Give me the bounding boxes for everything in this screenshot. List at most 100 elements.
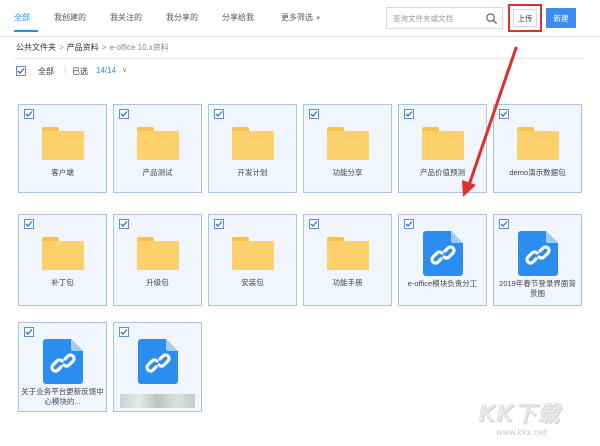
link-file-icon — [43, 339, 83, 384]
item-name: 产品价值预测 — [420, 168, 465, 177]
folder-card[interactable]: demo演示数据包 — [493, 104, 582, 193]
folder-card[interactable]: 补丁包 — [18, 214, 107, 306]
file-card[interactable]: 2019年春节登录界面背景图 — [493, 214, 582, 306]
watermark-text: KK下载 — [478, 402, 561, 427]
item-name: 2019年春节登录界面背景图 — [499, 279, 576, 298]
select-all-checkbox[interactable] — [16, 66, 26, 76]
breadcrumb-separator: > — [101, 43, 107, 52]
check-icon — [500, 221, 508, 227]
chevron-down-icon[interactable]: ∨ — [122, 66, 127, 74]
upload-button[interactable]: 上传 — [513, 9, 537, 27]
folder-card[interactable]: 功能手册 — [303, 214, 392, 306]
breadcrumb-current: e-office 10.x资料 — [109, 43, 169, 52]
check-icon — [310, 221, 318, 227]
folder-icon — [137, 127, 179, 160]
check-icon — [17, 68, 25, 74]
check-icon — [25, 329, 33, 335]
item-name: 客户端 — [51, 168, 74, 177]
upload-highlight-box: 上传 — [508, 4, 542, 32]
item-name: 安装包 — [241, 278, 264, 287]
item-name: e-office模块负责分工 — [407, 279, 478, 288]
select-all-label: 全部 — [38, 67, 54, 76]
item-name: 开发计划 — [237, 168, 268, 177]
item-checkbox[interactable] — [214, 109, 224, 119]
folder-card[interactable]: 升级包 — [113, 214, 202, 306]
new-button[interactable]: 新建 — [546, 8, 576, 28]
folder-card[interactable]: 产品价值预测 — [398, 104, 487, 193]
file-card[interactable]: e-office模块负责分工 — [398, 214, 487, 306]
folder-card[interactable]: 客户端 — [18, 104, 107, 193]
item-name: 关于业务平台更新反馈中心模块的... — [21, 387, 104, 406]
folder-icon — [232, 127, 274, 160]
item-checkbox[interactable] — [24, 109, 34, 119]
check-icon — [215, 221, 223, 227]
item-name: 升级包 — [146, 278, 169, 287]
item-checkbox[interactable] — [309, 219, 319, 229]
check-icon — [310, 111, 318, 117]
selected-label: 已选 — [72, 67, 88, 76]
item-checkbox[interactable] — [404, 219, 414, 229]
folder-icon — [137, 237, 179, 270]
file-card[interactable] — [113, 322, 202, 412]
search-icon[interactable] — [485, 12, 498, 25]
item-checkbox[interactable] — [404, 109, 414, 119]
folder-card[interactable]: 产品测试 — [113, 104, 202, 193]
check-icon — [405, 221, 413, 227]
item-name: demo演示数据包 — [509, 168, 566, 177]
check-icon — [120, 111, 128, 117]
item-checkbox[interactable] — [499, 109, 509, 119]
active-tab-indicator — [14, 30, 38, 32]
divider: | — [64, 65, 67, 74]
item-checkbox[interactable] — [119, 219, 129, 229]
check-icon — [25, 111, 33, 117]
folder-card[interactable]: 安装包 — [208, 214, 297, 306]
watermark-logo: KK下载 www.kkx.net — [470, 396, 600, 446]
item-checkbox[interactable] — [119, 327, 129, 337]
link-file-icon — [423, 231, 463, 276]
check-icon — [120, 221, 128, 227]
file-card[interactable]: 关于业务平台更新反馈中心模块的... — [18, 322, 107, 412]
folder-card[interactable]: 开发计划 — [208, 104, 297, 193]
check-icon — [215, 111, 223, 117]
check-icon — [405, 111, 413, 117]
folder-icon — [327, 237, 369, 270]
tab-followed[interactable]: 我关注的 — [110, 12, 142, 23]
watermark-url: www.kkx.net — [496, 428, 548, 437]
breadcrumb-separator: > — [59, 43, 64, 52]
folder-icon — [517, 127, 559, 160]
item-name: 功能分享 — [332, 168, 363, 177]
item-checkbox[interactable] — [119, 109, 129, 119]
chevron-down-icon: ▼ — [315, 16, 322, 22]
divider — [14, 58, 584, 59]
item-checkbox[interactable] — [24, 327, 34, 337]
folder-icon — [422, 127, 464, 160]
check-icon — [25, 221, 33, 227]
tab-shared-by-me[interactable]: 我分享的 — [166, 12, 198, 23]
item-checkbox[interactable] — [309, 109, 319, 119]
obscured-file-name — [120, 394, 195, 408]
item-checkbox[interactable] — [214, 219, 224, 229]
breadcrumb-item-product-materials[interactable]: 产品资料 — [67, 43, 99, 52]
folder-card[interactable]: 功能分享 — [303, 104, 392, 193]
item-name: 补丁包 — [51, 278, 74, 287]
item-checkbox[interactable] — [24, 219, 34, 229]
search-input[interactable] — [393, 12, 483, 25]
folder-icon — [42, 237, 84, 270]
folder-icon — [327, 127, 369, 160]
item-name: 功能手册 — [332, 278, 363, 287]
top-toolbar: 全部 我创建的 我关注的 我分享的 分享给我 更多筛选 ▼ 上传 新建 — [0, 0, 600, 37]
link-file-icon — [138, 339, 178, 384]
more-filters-label: 更多筛选 — [281, 13, 313, 22]
tab-shared-with-me[interactable]: 分享给我 — [222, 12, 254, 23]
breadcrumb: 公共文件夹 > 产品资料 > e-office 10.x资料 — [16, 42, 169, 53]
tab-all[interactable]: 全部 — [14, 12, 30, 23]
breadcrumb-item-public-folder[interactable]: 公共文件夹 — [16, 43, 56, 52]
selected-count: 14/14 — [96, 66, 117, 75]
item-name: 产品测试 — [142, 168, 173, 177]
folder-icon — [232, 237, 274, 270]
folder-icon — [42, 127, 84, 160]
link-file-icon — [518, 231, 558, 276]
item-checkbox[interactable] — [499, 219, 509, 229]
tab-created-by-me[interactable]: 我创建的 — [54, 12, 86, 23]
tab-more-filters[interactable]: 更多筛选 ▼ — [281, 12, 321, 23]
